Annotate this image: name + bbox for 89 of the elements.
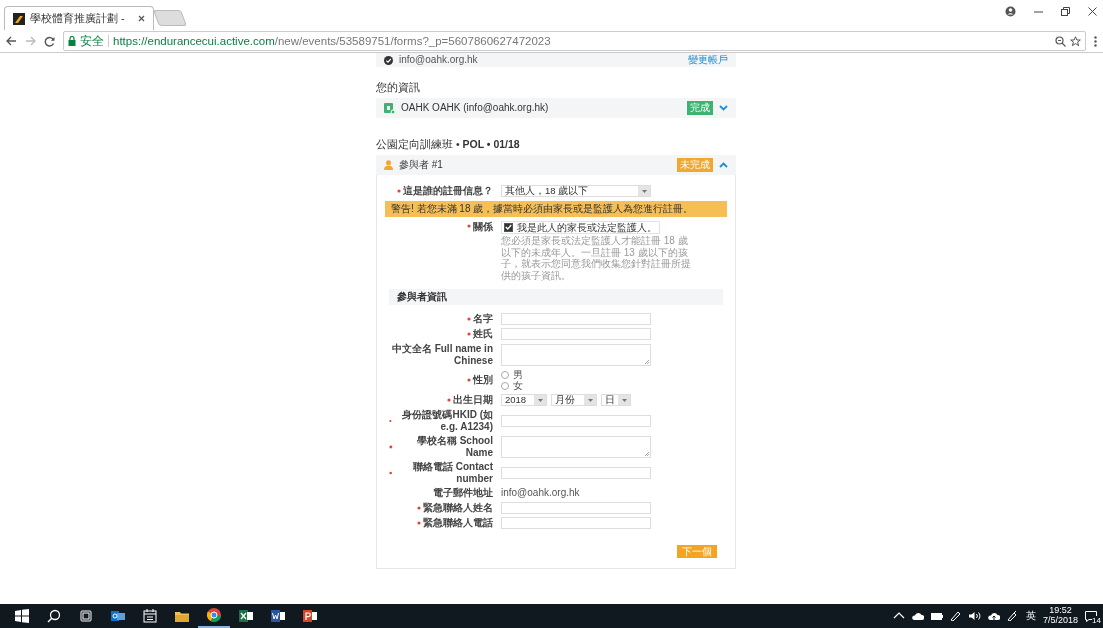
clock-date: 7/5/2018 — [1042, 616, 1078, 626]
browser-icon[interactable] — [207, 608, 221, 622]
field-label: 性別 — [473, 374, 493, 386]
text-input[interactable] — [501, 501, 651, 514]
status-badge: 未完成 — [677, 158, 713, 172]
windows-start-icon[interactable] — [15, 609, 29, 623]
back-arrow-icon[interactable] — [6, 36, 17, 46]
browser-tab[interactable]: 學校體育推廣計劃 - — [4, 6, 154, 30]
volume-icon[interactable] — [968, 611, 981, 621]
field-label: 緊急聯絡人姓名 — [423, 501, 493, 514]
caret-icon — [587, 398, 593, 402]
document-app-icon[interactable] — [271, 609, 285, 623]
user-card-icon — [384, 102, 395, 114]
spreadsheet-app-icon[interactable] — [239, 609, 253, 623]
textarea-field[interactable] — [501, 435, 651, 458]
battery-icon[interactable] — [930, 611, 943, 621]
cloud-icon[interactable] — [911, 611, 924, 621]
text-input[interactable] — [501, 313, 651, 326]
field-label: 出生日期 — [453, 394, 493, 406]
chevron-down-icon[interactable] — [719, 105, 728, 112]
event-title: 公園定向訓練班 • POL • 01/18 — [376, 138, 521, 151]
textarea-field[interactable] — [501, 343, 651, 366]
account-email: info@oahk.org.hk — [399, 54, 478, 66]
text-input[interactable] — [501, 466, 651, 479]
caret-icon — [641, 189, 647, 193]
select-field[interactable]: 2018 — [501, 394, 547, 407]
restore-icon[interactable] — [1061, 7, 1070, 16]
field-label: 這是誰的註冊信息？ — [403, 185, 493, 197]
participant-title: 參與者 #1 — [399, 159, 444, 171]
secure-label: 安全 — [80, 33, 104, 49]
field-label: 中文全名 Full name in Chinese — [390, 343, 493, 367]
site-logo-icon — [13, 12, 25, 25]
section-heading: 您的資訊 — [376, 81, 421, 94]
resize-handle-icon — [645, 359, 649, 364]
parent-checkbox[interactable]: 我是此人的家長或法定監護人。 — [501, 220, 660, 235]
status-badge: 完成 — [687, 101, 713, 115]
mail-app-icon[interactable] — [111, 609, 125, 623]
chevron-up-icon[interactable] — [892, 611, 905, 621]
close-icon[interactable] — [138, 15, 145, 22]
text-input[interactable] — [501, 328, 651, 341]
radio-option[interactable]: 男 — [501, 369, 723, 381]
email-value: info@oahk.org.hk — [501, 487, 581, 499]
select-field[interactable]: 月份 — [551, 394, 597, 407]
your-info-row[interactable]: OAHK OAHK (info@oahk.org.hk) 完成 — [376, 98, 736, 119]
select-field[interactable]: 日 — [601, 394, 631, 407]
resize-handle-icon — [645, 451, 649, 456]
search-icon[interactable] — [47, 609, 61, 623]
pen-icon[interactable] — [1006, 611, 1019, 621]
participant-header[interactable]: 參與者 #1 未完成 — [376, 155, 736, 176]
presentation-app-icon[interactable] — [303, 609, 317, 623]
field-label: 名字 — [473, 313, 493, 325]
url-text: https://endurancecui.active.com/new/events/53589751/forms?_p=5607860627472023 — [113, 35, 552, 47]
person-icon — [384, 160, 393, 171]
close-icon[interactable] — [1088, 7, 1097, 16]
radio-option[interactable]: 女 — [501, 380, 723, 392]
required-mark-icon — [467, 224, 471, 229]
menu-icon[interactable] — [1094, 35, 1097, 47]
required-mark-icon — [397, 189, 401, 194]
field-label: 電子郵件地址 — [433, 487, 493, 499]
field-label: 學校名稱 School Name — [415, 435, 493, 459]
field-label: 聯絡電話 Contact number — [412, 461, 493, 485]
folder-icon[interactable] — [175, 609, 189, 623]
cloud-upload-icon[interactable] — [987, 611, 1000, 621]
field-label: 緊急聯絡人電話 — [423, 516, 493, 529]
clock[interactable]: 19:52 7/5/2018 — [1042, 606, 1078, 626]
address-bar[interactable]: 安全 https://endurancecui.active.com/new/events/53589751/forms?_p=5607860627472023 — [63, 31, 1086, 51]
account-name: OAHK OAHK (info@oahk.org.hk) — [401, 102, 550, 114]
pen-icon[interactable] — [949, 611, 962, 621]
tab-title: 學校體育推廣計劃 - — [30, 11, 126, 26]
task-view-icon[interactable] — [79, 609, 93, 623]
profile-icon[interactable] — [1005, 6, 1016, 17]
select-field[interactable]: 其他人，18 歲以下 — [501, 185, 651, 198]
checkmark-icon — [505, 224, 512, 231]
calendar-icon[interactable] — [143, 609, 157, 623]
caret-icon — [537, 398, 543, 402]
text-input[interactable] — [501, 516, 651, 529]
caret-icon — [621, 398, 627, 402]
lock-icon — [68, 36, 76, 46]
input-method-label[interactable]: 英 — [1025, 609, 1036, 623]
reload-icon[interactable] — [44, 35, 55, 47]
warning-banner: 警告! 若您未滿 18 歲，據當時必須由家長或是監護人為您進行註冊。 — [385, 201, 727, 217]
zoom-icon[interactable] — [1055, 35, 1066, 47]
field-label: 姓氏 — [473, 328, 493, 340]
field-label: 身份證號碼HKID (如 e.g. A1234) — [401, 409, 493, 433]
section-heading: 參與者資訊 — [389, 289, 723, 306]
field-label: 關係 — [473, 220, 493, 233]
text-input[interactable] — [501, 414, 651, 427]
star-icon[interactable] — [1070, 35, 1081, 47]
clock-time: 19:52 — [1049, 606, 1072, 616]
